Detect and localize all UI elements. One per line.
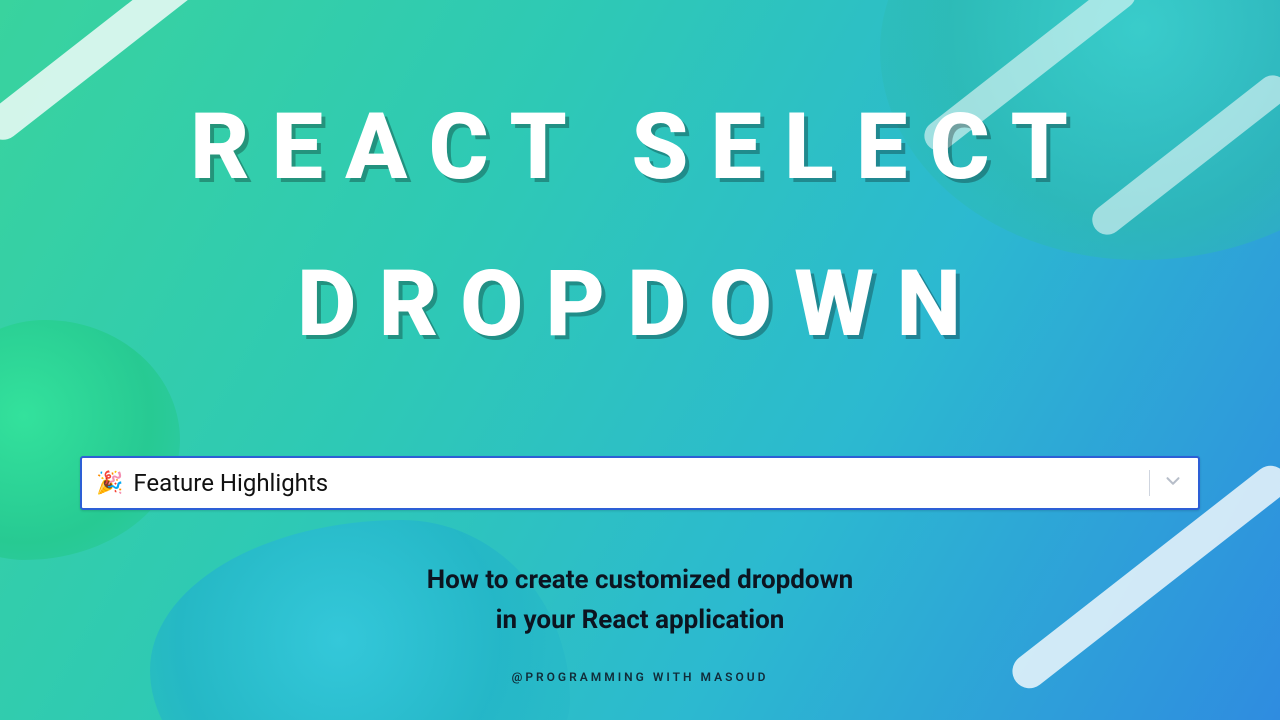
main-title: REACT SELECT DROPDOWN [0, 100, 1280, 353]
subtitle-line-2: in your React application [0, 600, 1280, 640]
party-popper-icon: 🎉 [96, 471, 123, 496]
subtitle: How to create customized dropdown in you… [0, 560, 1280, 641]
chevron-down-icon [1162, 470, 1184, 496]
decorative-blob [0, 320, 180, 560]
title-line-1: REACT SELECT [190, 94, 1090, 201]
thumbnail-stage: REACT SELECT DROPDOWN 🎉 Feature Highligh… [0, 0, 1280, 720]
select-dropdown[interactable]: 🎉 Feature Highlights [80, 456, 1200, 510]
subtitle-line-1: How to create customized dropdown [0, 560, 1280, 600]
select-value: Feature Highlights [133, 469, 1143, 497]
title-line-2: DROPDOWN [0, 257, 1280, 354]
attribution: @PROGRAMMING WITH MASOUD [0, 670, 1280, 684]
select-separator [1149, 470, 1150, 496]
